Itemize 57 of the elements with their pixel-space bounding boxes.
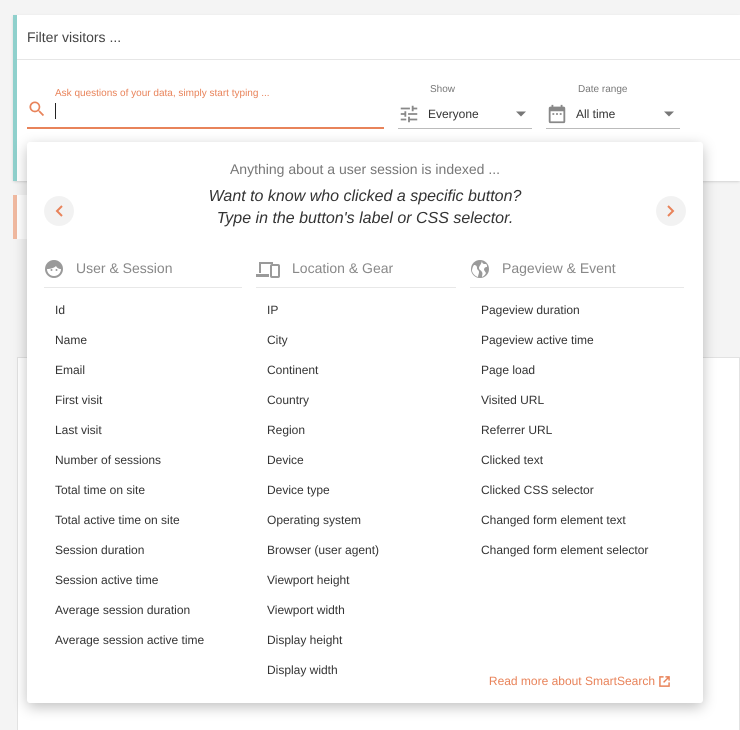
search-term-item[interactable]: IP <box>267 295 278 325</box>
search-term-item[interactable]: Average session duration <box>55 595 190 625</box>
search-term-item[interactable]: Operating system <box>267 505 362 535</box>
search-term-item[interactable]: Clicked text <box>481 445 544 475</box>
search-term-item[interactable]: Device <box>267 445 304 475</box>
show-dropdown[interactable]: Everyone <box>398 99 532 129</box>
chevron-right-icon <box>667 204 675 216</box>
search-term-item[interactable]: Continent <box>267 355 318 385</box>
search-term-item[interactable]: Name <box>55 325 88 355</box>
search-term-item[interactable]: Country <box>267 385 310 415</box>
external-link-icon <box>659 676 670 686</box>
search-term-item[interactable]: Session duration <box>55 535 144 565</box>
search-term-item[interactable]: Clicked CSS selector <box>481 475 594 505</box>
search-term-item[interactable]: Total active time on site <box>55 505 180 535</box>
search-term-item[interactable]: Id <box>55 295 66 325</box>
devices-icon <box>256 260 280 278</box>
intro-text: Anything about a user session is indexed ... <box>230 160 500 179</box>
search-term-item[interactable]: Total time on site <box>55 475 146 505</box>
search-term-item[interactable]: Viewport width <box>267 595 345 625</box>
globe-icon <box>470 258 490 278</box>
search-term-item[interactable]: Pageview duration <box>481 295 580 325</box>
search-term-item[interactable]: Device type <box>267 475 330 505</box>
search-term-item[interactable]: Region <box>267 415 306 445</box>
next-button[interactable] <box>656 196 686 226</box>
show-label: Show <box>429 83 456 97</box>
date-range-label: Date range <box>577 83 628 97</box>
search-term-item[interactable]: First visit <box>55 385 102 415</box>
search-term-item[interactable]: Last visit <box>55 415 102 445</box>
search-term-item[interactable]: Browser (user agent) <box>267 535 380 565</box>
search-term-item[interactable]: Display height <box>267 625 342 655</box>
previous-button[interactable] <box>44 196 74 226</box>
search-term-item[interactable]: Email <box>55 355 86 385</box>
search-term-item[interactable]: Display width <box>267 655 338 685</box>
search-term-item[interactable]: City <box>267 325 288 355</box>
search-term-item[interactable]: Changed form element selector <box>481 535 648 565</box>
face-icon <box>44 258 64 278</box>
category-heading: Pageview & Event <box>502 259 616 278</box>
caret-icon <box>664 110 674 116</box>
tip-text: Want to know who clicked a specific button? Type in the button's label or CSS selector. <box>208 187 522 229</box>
search-icon <box>27 99 47 119</box>
filter-title: Filter visitors ... <box>27 28 122 46</box>
search-term-item[interactable]: Viewport height <box>267 565 350 595</box>
category-heading: User & Session <box>76 259 172 278</box>
search-term-item[interactable]: Changed form element text <box>481 505 626 535</box>
date-range-dropdown[interactable]: All time <box>546 99 680 129</box>
search-term-item[interactable]: Referrer URL <box>481 415 552 445</box>
search-term-item[interactable]: Visited URL <box>481 385 544 415</box>
calendar-icon <box>546 102 568 124</box>
search-term-item[interactable]: Page load <box>481 355 536 385</box>
search-label: Ask questions of your data, simply start typing ... <box>55 87 270 101</box>
category-heading: Location & Gear <box>292 259 394 278</box>
search-term-item[interactable]: Session active time <box>55 565 158 595</box>
caret-icon <box>516 110 526 116</box>
search-term-item[interactable]: Pageview active time <box>481 325 594 355</box>
search-term-item[interactable]: Number of sessions <box>55 445 162 475</box>
search-term-item[interactable]: Average session active time <box>55 625 204 655</box>
chevron-left-icon <box>55 204 63 216</box>
